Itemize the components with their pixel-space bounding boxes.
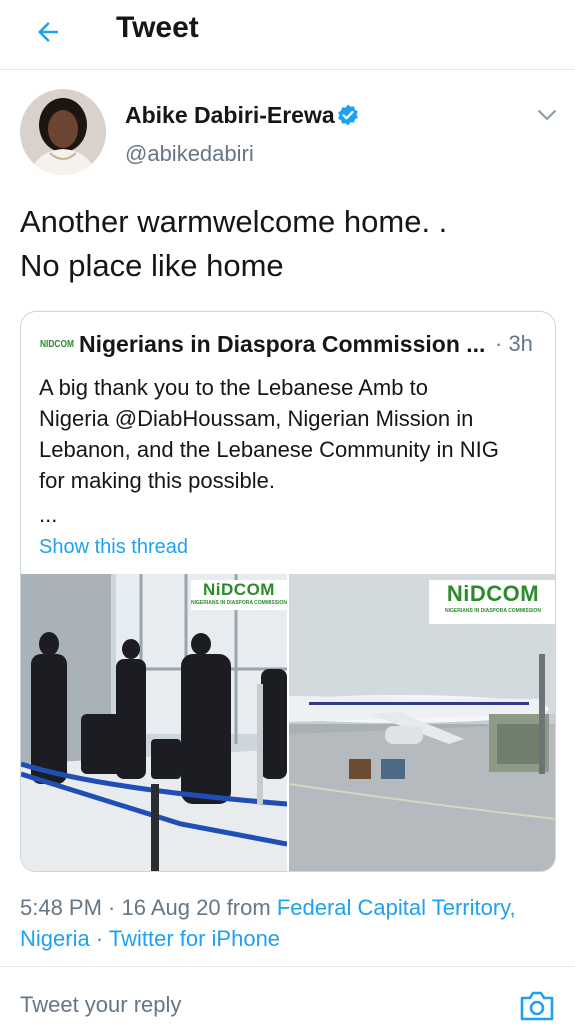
quoted-text-line: Nigeria @DiabHoussam, Nigerian Mission i… xyxy=(39,406,474,431)
tweet-menu-button[interactable] xyxy=(532,102,562,128)
verified-badge-icon xyxy=(338,104,358,126)
quoted-text-line: for making this possible. xyxy=(39,468,275,493)
watermark-title: NiDCOM xyxy=(203,580,275,599)
divider xyxy=(0,966,575,967)
location-link-continued[interactable]: Nigeria xyxy=(20,926,90,951)
arrow-left-icon xyxy=(38,22,58,42)
tweet-text-line: Another warmwelcome home. . xyxy=(20,204,448,239)
source-link[interactable]: Twitter for iPhone xyxy=(109,926,280,951)
author-name[interactable]: Abike Dabiri-Erewa xyxy=(125,100,335,130)
watermark-subtitle: NIGERIANS IN DIASPORA COMMISSION xyxy=(191,600,287,606)
camera-icon xyxy=(520,991,554,1021)
tweet-text-line: No place like home xyxy=(20,248,284,283)
camera-button[interactable] xyxy=(518,988,556,1024)
avatar[interactable] xyxy=(20,89,106,175)
quoted-tweet-text: A big thank you to the Lebanese Amb to N… xyxy=(39,372,544,496)
quoted-timestamp: · 3h xyxy=(495,331,533,356)
show-thread-link[interactable]: Show this thread xyxy=(39,534,188,560)
photo-aircraft[interactable]: NiDCOM NIGERIANS IN DIASPORA COMMISSION xyxy=(289,574,555,871)
photo-airport-lounge[interactable]: NiDCOM NIGERIANS IN DIASPORA COMMISSION xyxy=(21,574,287,871)
meta-separator: · xyxy=(89,926,109,951)
watermark: NiDCOM NIGERIANS IN DIASPORA COMMISSION xyxy=(191,580,287,610)
author-handle[interactable]: @abikedabiri xyxy=(125,140,254,168)
reply-input[interactable]: Tweet your reply xyxy=(20,991,181,1019)
top-app-bar: Tweet xyxy=(0,0,575,70)
tweet-text: Another warmwelcome home. . No place lik… xyxy=(20,200,555,288)
meta-line-1: 5:48 PM · 16 Aug 20 from Federal Capital… xyxy=(20,892,560,923)
nidcom-logo: NIDCOM xyxy=(39,336,75,350)
watermark-subtitle: NIGERIANS IN DIASPORA COMMISSION xyxy=(445,608,541,614)
tweet-timestamp: 5:48 PM · 16 Aug 20 from xyxy=(20,895,277,920)
location-link[interactable]: Federal Capital Territory, xyxy=(277,895,516,920)
quoted-tweet-card[interactable]: NIDCOM Nigerians in Diaspora Commission … xyxy=(20,311,556,872)
quoted-ellipsis: ... xyxy=(39,502,58,527)
quoted-text-line: A big thank you to the Lebanese Amb to xyxy=(39,375,428,400)
quoted-text-line: Lebanon, and the Lebanese Community in N… xyxy=(39,437,499,462)
back-button[interactable] xyxy=(26,10,70,54)
svg-text:NIDCOM: NIDCOM xyxy=(40,339,74,350)
tweet-meta: 5:48 PM · 16 Aug 20 from Federal Capital… xyxy=(20,892,560,954)
watermark: NiDCOM NIGERIANS IN DIASPORA COMMISSION xyxy=(429,580,555,624)
meta-line-2: Nigeria · Twitter for iPhone xyxy=(20,923,560,954)
quoted-author-name[interactable]: Nigerians in Diaspora Commission ... xyxy=(79,330,485,358)
chevron-down-icon xyxy=(538,110,556,121)
watermark-title: NiDCOM xyxy=(446,581,540,606)
page-title: Tweet xyxy=(116,11,199,44)
